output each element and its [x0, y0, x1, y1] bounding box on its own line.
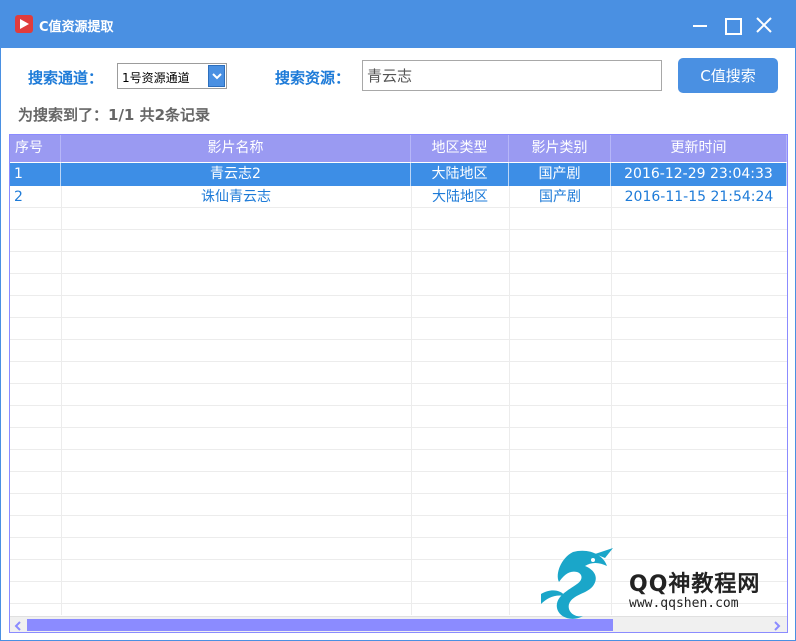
grid-hline: [10, 515, 787, 516]
search-status: 为搜索到了：1/1 共2条记录: [18, 106, 211, 124]
close-button[interactable]: [753, 14, 775, 36]
watermark: QQ神教程网 www.qqshen.com: [533, 544, 783, 624]
cell-region: 大陆地区: [411, 163, 509, 186]
title-bar[interactable]: C值资源提取: [1, 1, 795, 48]
cell-updated: 2016-11-15 21:54:24: [624, 189, 774, 205]
cell-category: 国产剧: [509, 163, 611, 186]
dragon-logo-icon: [541, 548, 613, 619]
grid-hline: [10, 361, 787, 362]
scrollbar-thumb[interactable]: [27, 619, 613, 631]
close-icon: [756, 17, 772, 33]
play-icon: [15, 15, 33, 33]
grid-hline: [10, 449, 787, 450]
watermark-text: QQ神教程网: [629, 572, 761, 597]
grid-hline: [10, 383, 787, 384]
search-button[interactable]: C值搜索: [678, 58, 778, 93]
grid-hline: [10, 537, 787, 538]
grid-hline: [10, 317, 787, 318]
search-input[interactable]: [362, 60, 662, 91]
cell-category: 国产剧: [539, 189, 581, 205]
minimize-button[interactable]: [689, 14, 711, 36]
grid-hline: [10, 295, 787, 296]
table-row[interactable]: 2 诛仙青云志 大陆地区 国产剧 2016-11-15 21:54:24: [10, 186, 787, 209]
grid-hline: [10, 405, 787, 406]
scroll-left-button[interactable]: [11, 618, 25, 632]
resource-label: 搜索资源：: [275, 69, 351, 87]
grid-hline: [10, 471, 787, 472]
cell-name: 青云志2: [61, 163, 411, 186]
channel-select[interactable]: 1号资源通道: [117, 63, 227, 89]
grid-hline: [10, 493, 787, 494]
table-row[interactable]: 1 青云志2 大陆地区 国产剧 2016-12-29 23:04:33: [10, 163, 787, 186]
cell-index: 1: [10, 163, 61, 186]
grid-hline: [10, 273, 787, 274]
dropdown-button[interactable]: [208, 65, 225, 87]
cell-index: 2: [14, 189, 23, 205]
grid-hline: [10, 251, 787, 252]
grid-hline: [10, 229, 787, 230]
cell-updated: 2016-12-29 23:04:33: [611, 163, 787, 186]
grid-hline: [10, 427, 787, 428]
cell-region: 大陆地区: [432, 189, 488, 205]
chevron-down-icon: [212, 73, 222, 80]
cell-name: 诛仙青云志: [201, 189, 271, 205]
app-window: C值资源提取 搜索通道： 1号资源通道 搜索资源： C值搜索 为搜索到了：1/1…: [0, 0, 796, 641]
chevron-left-icon: [14, 621, 21, 631]
channel-select-value: 1号资源通道: [122, 71, 190, 85]
grid-hline: [10, 339, 787, 340]
channel-label: 搜索通道：: [28, 69, 104, 87]
table-header: 序号 影片名称 地区类型 影片类别 更新时间: [10, 135, 787, 162]
column-header-updated[interactable]: 更新时间: [611, 135, 787, 162]
window-title: C值资源提取: [39, 20, 114, 35]
watermark-url: www.qqshen.com: [629, 596, 739, 611]
column-header-region[interactable]: 地区类型: [411, 135, 509, 162]
maximize-button[interactable]: [721, 14, 743, 36]
column-header-index[interactable]: 序号: [10, 135, 61, 162]
column-header-name[interactable]: 影片名称: [61, 135, 411, 162]
column-header-category[interactable]: 影片类别: [509, 135, 611, 162]
